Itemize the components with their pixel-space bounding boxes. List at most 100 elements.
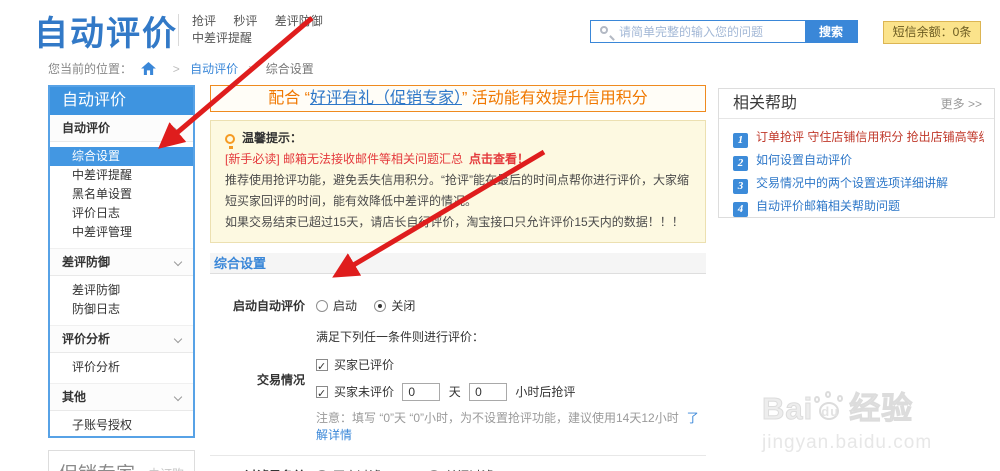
chevron-down-icon bbox=[174, 258, 182, 266]
paw-icon: du bbox=[814, 393, 848, 423]
sidebar-group: 差评防御 防御日志 bbox=[50, 276, 193, 326]
hours-input[interactable] bbox=[469, 383, 507, 401]
breadcrumb-current: 综合设置 bbox=[266, 62, 314, 76]
trade-label: 交易情况 bbox=[228, 371, 305, 388]
radio-start-label[interactable]: 启动 bbox=[333, 299, 357, 313]
hours-suffix: 小时后抢评 bbox=[515, 385, 575, 399]
tips-title: 温馨提示： bbox=[242, 131, 302, 145]
promo-panel: 未订购 促销专家 bbox=[48, 450, 195, 471]
sidebar-section-other[interactable]: 其他 bbox=[50, 384, 193, 411]
sidebar-item-general-settings[interactable]: 综合设置 bbox=[50, 147, 193, 166]
nav-link-reminder[interactable]: 中差评提醒 bbox=[192, 31, 252, 45]
promo-status: 未订购 bbox=[148, 465, 184, 471]
help-item-link[interactable]: 订单抢评 守住店铺信用积分 抢出店铺高等级 bbox=[756, 130, 984, 144]
tips-box: 温馨提示： [新手必读] 邮箱无法接收邮件等相关问题汇总点击查看！ 推荐使用抢评… bbox=[210, 120, 706, 243]
search-button[interactable]: 搜索 bbox=[805, 21, 857, 42]
help-item-number: 1 bbox=[733, 133, 748, 148]
help-item: 1 订单抢评 守住店铺信用积分 抢出店铺高等级 bbox=[733, 126, 984, 149]
sidebar-section-analysis[interactable]: 评价分析 bbox=[50, 326, 193, 353]
help-item-link[interactable]: 自动评价邮箱相关帮助问题 bbox=[756, 199, 900, 213]
help-item: 4 自动评价邮箱相关帮助问题 bbox=[733, 195, 984, 218]
sidebar-section-defense[interactable]: 差评防御 bbox=[50, 249, 193, 276]
sidebar-title: 自动评价 bbox=[50, 87, 193, 115]
tips-line: 推荐使用抢评功能，避免丢失信用积分。“抢评”能在最后的时间点帮你进行评价，大家缩… bbox=[225, 170, 691, 212]
app-logo: 自动评价 bbox=[34, 6, 178, 55]
days-input[interactable] bbox=[402, 383, 440, 401]
checkbox-buyer-reviewed[interactable] bbox=[316, 359, 328, 371]
nav-link-qiangping[interactable]: 抢评 bbox=[192, 14, 216, 28]
help-item-number: 3 bbox=[733, 179, 748, 194]
search-input[interactable] bbox=[591, 21, 805, 42]
sidebar-section-label: 其他 bbox=[62, 390, 86, 404]
blacklist-label: 过滤黑名单 bbox=[228, 467, 305, 471]
sms-balance-badge[interactable]: 短信余额：0条 bbox=[883, 21, 981, 44]
tips-alert: [新手必读] 邮箱无法接收邮件等相关问题汇总 bbox=[225, 152, 463, 166]
radio-start[interactable] bbox=[316, 300, 328, 312]
sidebar-item-eval-log[interactable]: 评价日志 bbox=[50, 204, 193, 223]
promo-banner: 配合 “好评有礼（促销专家）” 活动能有效提升信用积分 bbox=[210, 85, 706, 112]
help-list: 1 订单抢评 守住店铺信用积分 抢出店铺高等级 2 如何设置自动评价 3 交易情况中的… bbox=[719, 119, 994, 218]
section-title: 综合设置 bbox=[210, 253, 706, 274]
promo-title: 促销专家 bbox=[59, 464, 135, 471]
chevron-down-icon bbox=[174, 124, 182, 132]
help-item-link[interactable]: 交易情况中的两个设置选项详细讲解 bbox=[756, 176, 948, 190]
form-row-blacklist: 过滤黑名单 开启过滤 关闭过滤 bbox=[210, 467, 706, 471]
sidebar-item-blacklist-settings[interactable]: 黑名单设置 bbox=[50, 185, 193, 204]
watermark: Baidu经验 jingyan.baidu.com bbox=[762, 383, 932, 454]
breadcrumb: 您当前的位置： > 自动评价 > 综合设置 bbox=[48, 60, 314, 78]
bulb-icon bbox=[225, 134, 235, 144]
breadcrumb-separator: > bbox=[248, 62, 255, 76]
radio-close-label[interactable]: 关闭 bbox=[391, 299, 415, 313]
help-more-link[interactable]: 更多 >> bbox=[941, 89, 982, 119]
sidebar: 自动评价 自动评价 综合设置 中差评提醒 黑名单设置 评价日志 中差评管理 差评… bbox=[48, 85, 195, 438]
search-bar: 搜索 bbox=[590, 20, 858, 43]
sidebar-section-label: 差评防御 bbox=[62, 255, 110, 269]
breadcrumb-separator: > bbox=[173, 62, 180, 76]
banner-text-pre: 配合 “ bbox=[268, 90, 310, 107]
tips-alert-link[interactable]: 点击查看！ bbox=[469, 152, 529, 166]
days-unit: 天 bbox=[449, 385, 461, 399]
form-row-auto-eval: 启动自动评价 启动 关闭 bbox=[210, 291, 706, 319]
radio-close[interactable] bbox=[374, 300, 386, 312]
checkbox-buyer-reviewed-label[interactable]: 买家已评价 bbox=[334, 358, 394, 372]
sidebar-item-analysis[interactable]: 评价分析 bbox=[50, 358, 193, 377]
sidebar-item-subaccount[interactable]: 子账号授权 bbox=[50, 416, 193, 435]
help-item-number: 2 bbox=[733, 156, 748, 171]
help-item-number: 4 bbox=[733, 202, 748, 217]
sidebar-group: 子账号授权 bbox=[50, 411, 193, 441]
page: 自动评价 抢评 秒评 差评防御 中差评提醒 搜索 短信余额：0条 您当前的位置：… bbox=[0, 0, 1000, 471]
sidebar-item-review-reminder[interactable]: 中差评提醒 bbox=[50, 166, 193, 185]
tips-line: 如果交易结束已超过15天，请店长自行评价，淘宝接口只允许评价15天内的数据！！！ bbox=[225, 212, 691, 233]
chevron-down-icon bbox=[174, 335, 182, 343]
help-item: 2 如何设置自动评价 bbox=[733, 149, 984, 172]
sidebar-group: 综合设置 中差评提醒 黑名单设置 评价日志 中差评管理 bbox=[50, 142, 193, 249]
breadcrumb-link-auto-eval[interactable]: 自动评价 bbox=[190, 62, 238, 76]
search-icon bbox=[600, 26, 608, 34]
sidebar-section-label: 评价分析 bbox=[62, 332, 110, 346]
watermark-paw-text: du bbox=[819, 402, 839, 420]
trade-condition-text: 满足下列任一条件则进行评价： bbox=[316, 327, 706, 347]
checkbox-buyer-not-reviewed-label[interactable]: 买家未评价 bbox=[334, 385, 394, 399]
trade-note: 注意：填写 “0”天 “0”小时，为不设置抢评功能，建议使用14天12小时 bbox=[316, 411, 679, 425]
nav-link-miaoping[interactable]: 秒评 bbox=[233, 14, 257, 28]
nav-link-defense[interactable]: 差评防御 bbox=[275, 14, 323, 28]
top-nav: 抢评 秒评 差评防御 中差评提醒 bbox=[192, 13, 337, 47]
watermark-brand-cn: 经验 bbox=[849, 391, 913, 426]
banner-text-post: ” 活动能有效提升信用积分 bbox=[462, 90, 648, 107]
logo-divider bbox=[178, 14, 179, 46]
form-row-trade: 交易情况 满足下列任一条件则进行评价： 买家已评价 买家未评价 天 小时后抢评 … bbox=[210, 327, 706, 456]
auto-eval-label: 启动自动评价 bbox=[228, 297, 305, 314]
help-item-link[interactable]: 如何设置自动评价 bbox=[756, 153, 852, 167]
home-icon[interactable] bbox=[141, 62, 156, 80]
help-panel: 更多 >> 相关帮助 1 订单抢评 守住店铺信用积分 抢出店铺高等级 2 如何设置自… bbox=[718, 88, 995, 218]
help-title: 相关帮助 bbox=[733, 95, 797, 112]
banner-link[interactable]: 好评有礼（促销专家） bbox=[310, 90, 462, 107]
breadcrumb-prefix: 您当前的位置： bbox=[48, 62, 132, 76]
sidebar-item-defense[interactable]: 差评防御 bbox=[50, 281, 193, 300]
chevron-down-icon bbox=[174, 393, 182, 401]
watermark-brand-left: Bai bbox=[762, 391, 813, 426]
sidebar-item-defense-log[interactable]: 防御日志 bbox=[50, 300, 193, 319]
checkbox-buyer-not-reviewed[interactable] bbox=[316, 386, 328, 398]
sidebar-section-auto-eval[interactable]: 自动评价 bbox=[50, 115, 193, 142]
sidebar-item-review-manage[interactable]: 中差评管理 bbox=[50, 223, 193, 242]
